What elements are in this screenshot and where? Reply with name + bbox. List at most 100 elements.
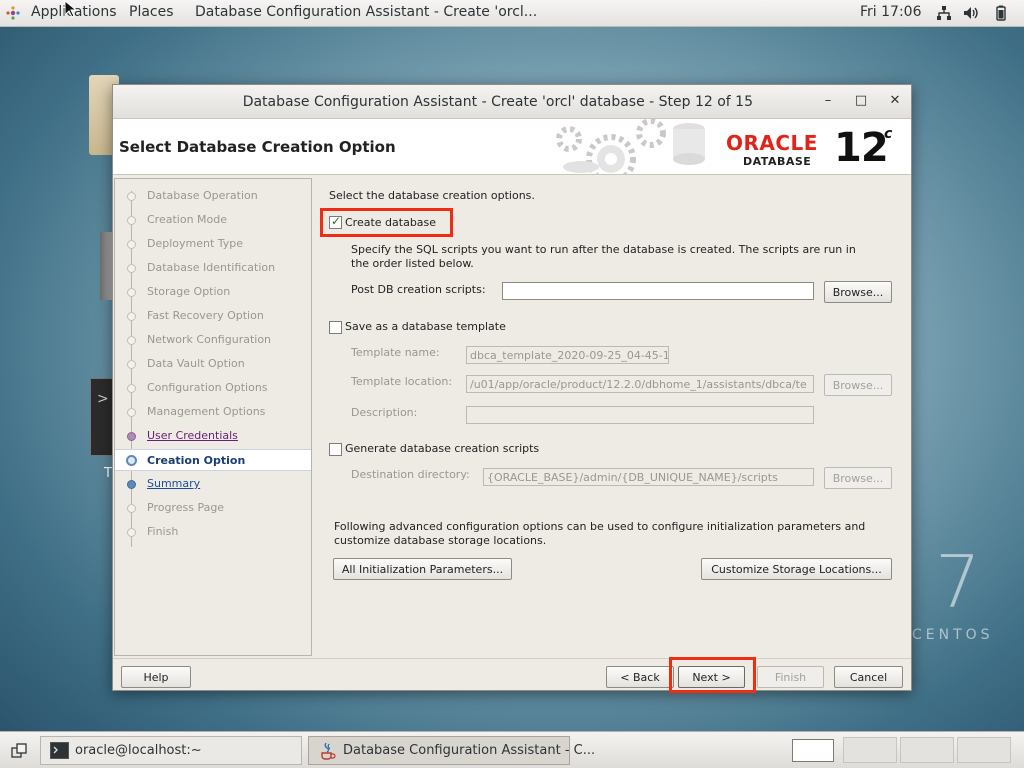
step-label: Storage Option	[147, 285, 231, 298]
step-item[interactable]: User Credentials	[115, 425, 311, 447]
create-database-label[interactable]: Create database	[345, 216, 436, 229]
mouse-pointer-icon	[64, 0, 76, 18]
step-item: Fast Recovery Option	[115, 305, 311, 327]
terminal-icon	[50, 742, 69, 759]
step-marker-icon	[127, 384, 136, 393]
post-db-scripts-label: Post DB creation scripts:	[351, 283, 486, 296]
workspace-3[interactable]	[900, 737, 954, 763]
clock[interactable]: Fri 17:06	[860, 4, 921, 20]
step-marker-icon	[127, 240, 136, 249]
taskbar-dbca[interactable]: Database Configuration Assistant - C...	[308, 736, 595, 765]
step-label[interactable]: User Credentials	[147, 429, 238, 442]
oracle-version-suffix: c	[884, 126, 893, 142]
sql-description-line1: Specify the SQL scripts you want to run …	[351, 243, 856, 256]
network-icon[interactable]	[936, 5, 952, 21]
customize-storage-locations-button[interactable]: Customize Storage Locations...	[701, 558, 892, 580]
template-name-input[interactable]: dbca_template_2020-09-25_04-45-1	[466, 346, 669, 364]
step-label[interactable]: Summary	[147, 477, 200, 490]
step-item[interactable]: Summary	[115, 473, 311, 495]
step-item: Finish	[115, 521, 311, 543]
template-name-label: Template name:	[351, 346, 440, 359]
centos-logo-word: CENTOS	[912, 627, 994, 643]
step-marker-icon	[127, 360, 136, 369]
all-initialization-parameters-button[interactable]: All Initialization Parameters...	[333, 558, 512, 580]
step-item: Network Configuration	[115, 329, 311, 351]
step-item: Data Vault Option	[115, 353, 311, 375]
content-panel: Select the database creation options. Cr…	[313, 178, 911, 656]
intro-text: Select the database creation options.	[329, 189, 535, 202]
taskbar-dbca-label: Database Configuration Assistant - C...	[343, 743, 596, 758]
generate-scripts-label[interactable]: Generate database creation scripts	[345, 442, 539, 455]
top-bar: Applications Places Database Configurati…	[0, 0, 1024, 27]
places-menu[interactable]: Places	[129, 4, 174, 20]
next-button[interactable]: Next >	[678, 666, 745, 688]
description-input[interactable]	[466, 406, 814, 424]
minimize-icon[interactable]: –	[820, 93, 836, 109]
step-marker-icon	[127, 528, 136, 537]
step-item: Progress Page	[115, 497, 311, 519]
show-desktop-icon[interactable]	[11, 743, 27, 759]
post-db-scripts-input[interactable]	[502, 282, 814, 300]
step-marker-icon	[127, 408, 136, 417]
generate-scripts-checkbox[interactable]	[329, 443, 342, 456]
save-template-checkbox[interactable]	[329, 321, 342, 334]
step-item: Storage Option	[115, 281, 311, 303]
advanced-text-line2: customize database storage locations.	[334, 534, 547, 547]
step-label: Database Identification	[147, 261, 276, 274]
step-label: Deployment Type	[147, 237, 244, 250]
step-marker-icon	[127, 480, 136, 489]
battery-icon[interactable]	[993, 5, 1009, 21]
workspace-1[interactable]	[792, 739, 834, 762]
step-label[interactable]: Creation Option	[147, 454, 245, 467]
active-window-menu[interactable]: Database Configuration Assistant - Creat…	[195, 4, 537, 20]
centos-logo-number: 7	[935, 540, 981, 624]
finish-button[interactable]: Finish	[757, 666, 824, 688]
save-template-label[interactable]: Save as a database template	[345, 320, 506, 333]
template-location-label: Template location:	[351, 375, 453, 388]
page-title: Select Database Creation Option	[119, 138, 396, 156]
help-button[interactable]: Help	[121, 666, 191, 688]
taskbar-terminal[interactable]: oracle@localhost:~	[40, 736, 302, 765]
template-location-browse-button[interactable]: Browse...	[824, 374, 892, 396]
java-icon	[321, 742, 336, 760]
taskbar-terminal-label: oracle@localhost:~	[75, 743, 202, 758]
step-marker-icon	[127, 216, 136, 225]
step-label: Management Options	[147, 405, 266, 418]
volume-icon[interactable]	[963, 5, 979, 21]
dialog-titlebar[interactable]: Database Configuration Assistant - Creat…	[113, 85, 911, 119]
close-icon[interactable]: ✕	[887, 93, 903, 109]
desktop-terminal-icon[interactable]: >	[90, 378, 114, 456]
step-item: Deployment Type	[115, 233, 311, 255]
maximize-icon[interactable]: □	[853, 93, 869, 109]
step-marker-icon	[127, 336, 136, 345]
step-label: Network Configuration	[147, 333, 272, 346]
post-db-browse-button[interactable]: Browse...	[824, 281, 892, 303]
workspace-2[interactable]	[843, 737, 897, 763]
bottom-taskbar: oracle@localhost:~ Database Configuratio…	[0, 731, 1024, 768]
footer-divider	[113, 658, 911, 659]
oracle-database-text: DATABASE	[743, 155, 812, 168]
step-label: Database Operation	[147, 189, 258, 202]
dialog-title: Database Configuration Assistant - Creat…	[242, 94, 753, 110]
description-label: Description:	[351, 406, 418, 419]
workspace-4[interactable]	[957, 737, 1011, 763]
dialog-header: Select Database Creation Option ORACLE D…	[113, 119, 911, 175]
step-marker-icon	[127, 312, 136, 321]
advanced-text-line1: Following advanced configuration options…	[334, 520, 866, 533]
step-marker-icon	[127, 192, 136, 201]
destination-browse-button[interactable]: Browse...	[824, 467, 892, 489]
oracle-version-text: 12	[834, 125, 889, 171]
cancel-button[interactable]: Cancel	[834, 666, 903, 688]
step-marker-icon	[127, 432, 136, 441]
back-button[interactable]: < Back	[606, 666, 674, 688]
step-label: Creation Mode	[147, 213, 228, 226]
destination-directory-label: Destination directory:	[351, 468, 470, 481]
destination-directory-input[interactable]: {ORACLE_BASE}/admin/{DB_UNIQUE_NAME}/scr…	[483, 468, 814, 486]
step-item: Creation Mode	[115, 209, 311, 231]
step-marker-icon	[127, 264, 136, 273]
template-location-input[interactable]: /u01/app/oracle/product/12.2.0/dbhome_1/…	[466, 375, 814, 393]
step-item[interactable]: Creation Option	[115, 449, 311, 471]
create-database-checkbox[interactable]	[329, 214, 342, 229]
steps-panel: Database Operation Creation Mode Deploymen…	[114, 178, 312, 656]
step-marker-icon	[127, 288, 136, 297]
